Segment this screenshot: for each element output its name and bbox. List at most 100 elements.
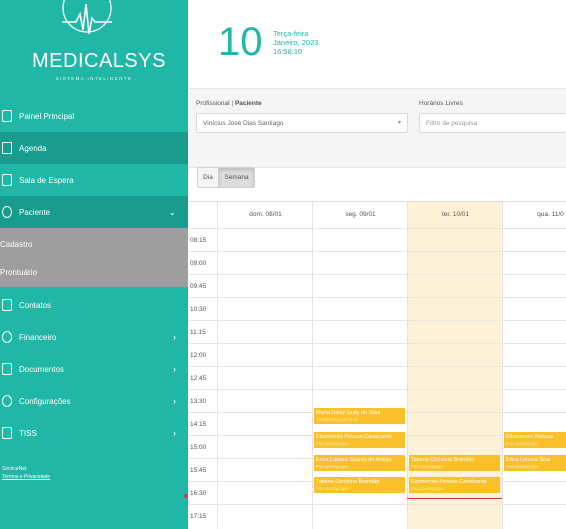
chevron-right-icon: ›: [173, 396, 176, 406]
grid-divider: [188, 389, 566, 390]
appointment-event[interactable]: Elismerces Pessoa Psicopedagogia: [504, 432, 566, 448]
nav-item-painel-principal[interactable]: Painel Principal: [0, 100, 188, 132]
nav-label: Financeiro: [19, 332, 57, 342]
chevron-right-icon: ›: [173, 332, 176, 342]
nav-label: Sala de Espera: [19, 175, 74, 185]
sidebar: MEDICALSYS SISTEMA INTELIGENTE Painel Pr…: [0, 0, 188, 529]
month-year: Janeiro, 2023: [273, 38, 319, 47]
chevron-right-icon: ›: [173, 428, 176, 438]
grid-divider: [188, 297, 566, 298]
nav-label: TISS: [19, 428, 37, 438]
nav-subitem-cadastro[interactable]: Cadastro: [0, 228, 188, 260]
nav-label: Painel Principal: [19, 111, 75, 121]
logo-text: MEDICALSYS: [32, 50, 166, 72]
time-label: 12:45: [190, 375, 207, 382]
money-icon: [2, 331, 12, 343]
filter-panel: Profissional | Paciente Vinícius José Di…: [188, 88, 566, 168]
document-icon: [2, 363, 12, 375]
event-patient: Elismerces Pessoa Cavalcante: [411, 479, 487, 485]
nav-item-configuracoes[interactable]: Configurações ›: [0, 385, 188, 417]
event-specialty: Psicopedagogia: [411, 485, 444, 491]
day-header[interactable]: qua. 11/0: [503, 202, 566, 228]
professional-label: Profissional: [196, 100, 230, 107]
clock-icon: [2, 174, 12, 186]
nav-item-agenda[interactable]: Agenda: [0, 132, 188, 164]
view-toggle: Dia Semana: [197, 167, 255, 188]
event-specialty: Psicopedagogia: [316, 463, 349, 469]
professional-patient-label: Profissional | Paciente: [196, 100, 262, 107]
chevron-down-icon: ⌄: [168, 206, 176, 217]
grid-divider: [188, 251, 566, 252]
professional-select[interactable]: Vinícius José Dias Santiago ▾: [196, 113, 408, 133]
day-number: 10: [218, 20, 263, 64]
nav-label: Agenda: [19, 143, 47, 153]
event-patient: Elismerces Pessoa Cavalcante: [316, 434, 392, 440]
free-slots-label: Horários Livres: [419, 100, 463, 107]
time-label: 16:30: [190, 490, 207, 497]
current-time-line: [407, 498, 502, 499]
logo-heartbeat-icon: [62, 0, 112, 35]
week-view-button[interactable]: Semana: [219, 167, 255, 188]
event-patient: Érica Larissa Soares de Araújo: [316, 457, 392, 463]
time-label: 15:00: [190, 444, 207, 451]
time-label: 17:15: [190, 513, 207, 520]
day-header[interactable]: ter. 10/01: [408, 202, 503, 228]
current-time-marker: [184, 494, 188, 498]
date-header: 10 Terça-feira Janeiro, 2023 16:58:10: [188, 0, 566, 88]
logo-subtitle: SISTEMA INTELIGENTE: [55, 76, 133, 81]
event-specialty: Psicopedagogia: [316, 485, 349, 491]
nav-item-documentos[interactable]: Documentos ›: [0, 353, 188, 385]
grid-divider: [188, 366, 566, 367]
gear-icon: [2, 395, 12, 407]
nav-item-financeiro[interactable]: Financeiro ›: [0, 321, 188, 353]
day-header[interactable]: seg. 09/01: [313, 202, 408, 228]
day-header[interactable]: dom. 08/01: [218, 202, 313, 228]
day-view-button[interactable]: Dia: [197, 167, 219, 188]
time-label: 14:15: [190, 421, 207, 428]
event-specialty: Psicopedagogia: [506, 440, 539, 446]
appointment-event[interactable]: Érica Larissa Soares de Araújo Psicopeda…: [314, 455, 405, 471]
search-input[interactable]: Filtro de pesquisa: [419, 113, 566, 133]
date-info: Terça-feira Janeiro, 2023 16:58:10: [273, 29, 318, 56]
time-label: 10:30: [190, 306, 207, 313]
logo[interactable]: MEDICALSYS SISTEMA INTELIGENTE: [0, 0, 188, 92]
event-specialty: Psicopedagogia: [506, 463, 539, 469]
appointment-event[interactable]: Elismerces Pessoa Cavalcante Psicopedago…: [314, 432, 405, 448]
week-calendar: dom. 08/01 seg. 09/01 ter. 10/01 qua. 11…: [188, 201, 566, 529]
terms-link[interactable]: Termos e Privacidade: [2, 473, 50, 481]
nav-subitem-prontuario[interactable]: Prontuário: [0, 257, 188, 287]
event-specialty: Terapia Ocupacional: [316, 416, 358, 422]
appointment-event[interactable]: Tatiana Christina Brandão Psicopedagogia: [314, 477, 405, 493]
time-label: 11:15: [190, 329, 206, 336]
nav-item-contatos[interactable]: Contatos: [0, 289, 188, 321]
chevron-right-icon: ›: [173, 364, 176, 374]
grid-divider: [188, 274, 566, 275]
nav-item-sala-de-espera[interactable]: Sala de Espera: [0, 164, 188, 196]
time-label: 09:45: [190, 283, 207, 290]
user-icon: [2, 206, 12, 218]
nav-label: Configurações: [19, 396, 71, 406]
nav-item-tiss[interactable]: TISS ›: [0, 417, 188, 449]
appointment-event[interactable]: Maria Daisy Quity da Silva Terapia Ocupa…: [314, 408, 405, 424]
nav-label: Documentos: [19, 364, 64, 374]
grid-divider: [188, 228, 566, 229]
clock: 16:58:10: [273, 47, 303, 56]
event-specialty: Psicopedagogia: [316, 440, 349, 446]
nav-label: Prontuário: [0, 267, 37, 277]
grid-divider: [188, 343, 566, 344]
nav-item-paciente[interactable]: Paciente ⌄: [0, 196, 188, 228]
appointment-event[interactable]: Elismerces Pessoa Cavalcante Psicopedago…: [409, 477, 500, 493]
appointment-event[interactable]: Érica Larissa Soar Psicopedagogia: [504, 455, 566, 471]
professional-value: Vinícius José Dias Santiago: [203, 119, 284, 127]
time-label: 15:45: [190, 467, 207, 474]
nav-label: Paciente: [19, 207, 51, 217]
tiss-icon: [2, 427, 12, 439]
event-specialty: Psicopedagogia: [411, 463, 444, 469]
time-label: 08:15: [190, 237, 207, 244]
phone-icon: [2, 299, 12, 311]
time-label: 12:00: [190, 352, 207, 359]
time-label: 13:30: [190, 398, 207, 405]
appointment-event[interactable]: Tatiana Christina Brandão Psicopedagogia: [409, 455, 500, 471]
tablet-icon: [2, 110, 12, 122]
chevron-down-icon: ▾: [397, 120, 401, 126]
